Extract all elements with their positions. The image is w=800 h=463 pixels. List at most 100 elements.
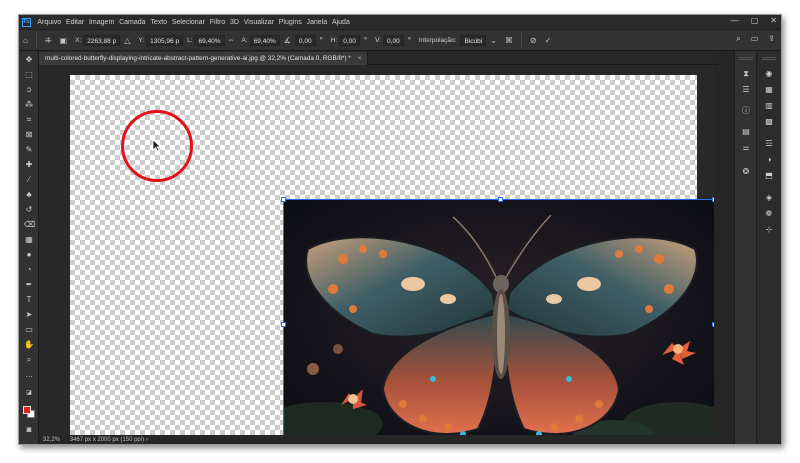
eyedropper-icon[interactable]: ✎: [24, 145, 34, 155]
divider: [520, 33, 522, 47]
pen-tool-icon[interactable]: ✒: [24, 280, 34, 290]
menu-texto[interactable]: Texto: [148, 19, 170, 26]
channels-icon[interactable]: ❁: [764, 209, 774, 219]
x-position-field[interactable]: 2263,88 p: [83, 34, 121, 46]
menu-bar: Ps Arquivo Editar Imagem Camada Texto Se…: [19, 15, 781, 29]
commit-transform-icon[interactable]: ✓: [545, 36, 552, 45]
quick-mask-icon[interactable]: ◙: [24, 425, 34, 435]
close-icon[interactable]: ✕: [770, 16, 777, 25]
close-tab-icon[interactable]: ×: [358, 55, 362, 62]
paths-icon[interactable]: ⊹: [764, 225, 774, 235]
healing-brush-icon[interactable]: ✚: [24, 160, 34, 170]
marquee-tool-icon[interactable]: ⬚: [24, 70, 34, 80]
y-label: Y:: [138, 36, 145, 44]
vskew-label: V:: [375, 36, 382, 44]
panel-grip[interactable]: [739, 57, 753, 60]
hand-tool-icon[interactable]: ✋: [24, 340, 34, 350]
workspace-icon[interactable]: ▭: [751, 34, 759, 44]
status-bar: 32,2% 3467 px x 2000 px (150 ppi) ›: [39, 435, 714, 444]
menu-selecionar[interactable]: Selecionar: [169, 19, 207, 26]
more-tools-icon[interactable]: …: [24, 370, 34, 380]
reference-point-icon[interactable]: ⁜: [45, 36, 52, 45]
degree-icon: °: [319, 35, 323, 45]
layers-icon[interactable]: ◈: [764, 193, 774, 203]
window-controls: — ▢ ✕: [731, 16, 777, 25]
document-tab[interactable]: multi-colored-butterfly-displaying-intri…: [39, 52, 369, 65]
learn-icon[interactable]: ☲: [764, 139, 774, 149]
height-scale-field[interactable]: 69,40%: [249, 34, 280, 46]
shape-tool-icon[interactable]: ▭: [24, 325, 34, 335]
frame-tool-icon[interactable]: ⊠: [24, 130, 34, 140]
divider: [35, 33, 37, 47]
color-icon[interactable]: ◉: [764, 69, 774, 79]
panel-dock-column-1: ⧗ ☰ ⓘ ▤ ⚌ ❂: [734, 51, 756, 444]
menu-camada[interactable]: Camada: [117, 19, 148, 26]
reference-point-toggle-icon[interactable]: ▣: [60, 36, 68, 45]
interpolation-dropdown[interactable]: Bicúbi: [460, 34, 487, 46]
zoom-level[interactable]: 32,2%: [43, 437, 60, 443]
swatches-icon[interactable]: ▦: [764, 85, 774, 95]
adjustments-icon[interactable]: ⚌: [741, 143, 751, 153]
styles-icon[interactable]: ⬒: [764, 171, 774, 181]
patterns-icon[interactable]: ▩: [764, 117, 774, 127]
default-colors-icon[interactable]: ◪: [24, 388, 34, 398]
menu-editar[interactable]: Editar: [64, 19, 87, 26]
status-menu-arrow-icon[interactable]: ›: [146, 437, 148, 443]
minimize-icon[interactable]: —: [731, 16, 739, 25]
libraries-icon[interactable]: ▤: [741, 127, 751, 137]
link-icon[interactable]: ⇔: [228, 37, 235, 44]
magic-wand-icon[interactable]: ⁂: [24, 100, 34, 110]
eraser-icon[interactable]: ⌫: [24, 220, 35, 230]
search-icon[interactable]: ⌕: [736, 34, 740, 44]
brush-tool-icon[interactable]: ⁄: [24, 175, 34, 185]
dodge-icon[interactable]: ◔: [24, 265, 34, 275]
menu-ajuda[interactable]: Ajuda: [330, 19, 353, 26]
menu-janela[interactable]: Janela: [304, 19, 329, 26]
path-selection-icon[interactable]: ➤: [24, 310, 34, 320]
relative-position-icon[interactable]: △: [124, 36, 130, 45]
adjust-presets-icon[interactable]: ◑: [764, 155, 774, 165]
share-icon[interactable]: ⇪: [768, 34, 775, 44]
properties-icon[interactable]: ☰: [741, 85, 751, 95]
home-icon[interactable]: ⌂: [23, 36, 28, 45]
warp-mode-icon[interactable]: ⌘: [505, 36, 513, 45]
gradient-icon[interactable]: ▦: [24, 235, 34, 245]
crop-tool-icon[interactable]: ⌗: [24, 115, 34, 125]
hskew-label: H:: [330, 36, 338, 44]
history-icon[interactable]: ⧗: [741, 69, 751, 79]
mouse-pointer-icon: [152, 139, 162, 152]
zoom-tool-icon[interactable]: ⌕: [24, 355, 34, 365]
canvas-area[interactable]: [39, 65, 714, 435]
clone-stamp-icon[interactable]: ♣: [24, 190, 34, 200]
chevron-down-icon[interactable]: ⌄: [490, 36, 497, 45]
width-scale-field[interactable]: 69,40%: [194, 34, 225, 46]
photoshop-logo-icon[interactable]: Ps: [22, 17, 31, 27]
brushes-icon[interactable]: ❂: [741, 167, 751, 177]
gradients-icon[interactable]: ▥: [764, 101, 774, 111]
horizontal-skew-field[interactable]: 0,00: [339, 34, 360, 46]
cancel-transform-icon[interactable]: ⊘: [530, 36, 537, 45]
history-brush-icon[interactable]: ↺: [24, 205, 34, 215]
butterfly-image-layer[interactable]: [283, 199, 714, 435]
type-tool-icon[interactable]: T: [24, 295, 34, 305]
interpolation-label: Interpolação:: [418, 36, 457, 44]
menu-filtro[interactable]: Filtro: [207, 19, 227, 26]
move-tool-icon[interactable]: ✥: [24, 55, 34, 65]
lasso-tool-icon[interactable]: ↄ: [24, 85, 34, 95]
menu-plugins[interactable]: Plugins: [276, 19, 304, 26]
menu-arquivo[interactable]: Arquivo: [35, 19, 64, 26]
vertical-skew-field[interactable]: 0,00: [383, 34, 404, 46]
photoshop-window: Ps Arquivo Editar Imagem Camada Texto Se…: [18, 14, 782, 445]
blur-icon[interactable]: ●: [24, 250, 34, 260]
panel-grip[interactable]: [762, 57, 776, 60]
tools-panel: ✥ ⬚ ↄ ⁂ ⌗ ⊠ ✎ ✚ ⁄ ♣ ↺ ⌫ ▦ ● ◔ ✒ T ➤ ▭ ✋ …: [19, 51, 39, 444]
menu-3d[interactable]: 3D: [228, 19, 242, 26]
degree-icon: °: [407, 35, 411, 45]
rotate-angle-field[interactable]: 0,00: [294, 34, 316, 46]
menu-imagem[interactable]: Imagem: [87, 19, 117, 26]
foreground-color-swatch[interactable]: [23, 406, 31, 414]
menu-visualizar[interactable]: Visualizar: [241, 19, 276, 26]
info-icon[interactable]: ⓘ: [741, 106, 751, 116]
y-position-field[interactable]: 1305,96 p: [146, 34, 184, 46]
maximize-icon[interactable]: ▢: [751, 16, 759, 25]
